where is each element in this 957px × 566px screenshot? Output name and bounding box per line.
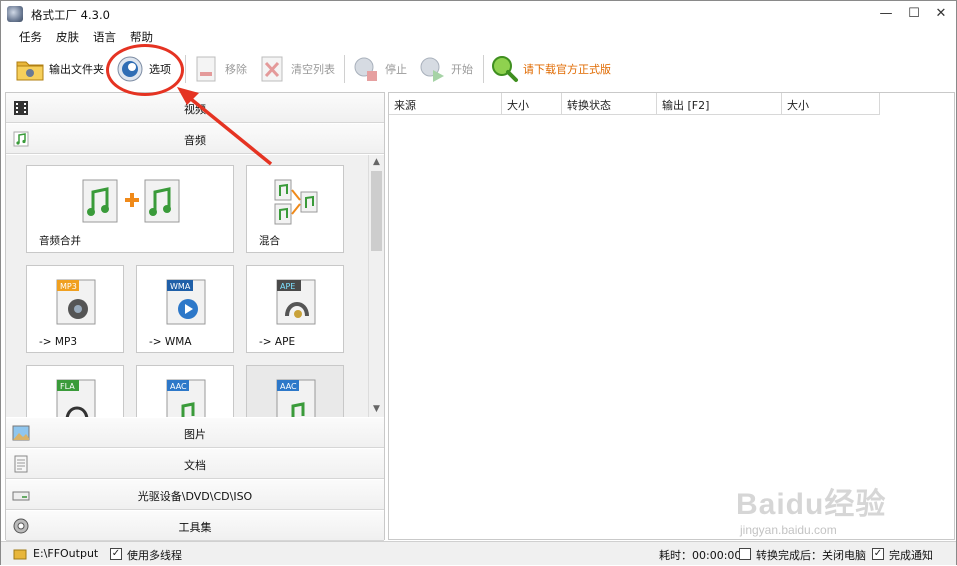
- options-button[interactable]: 选项: [115, 53, 171, 85]
- title-bar: 格式工厂 4.3.0 — ☐ ✕: [1, 1, 956, 27]
- clear-list-label: 清空列表: [291, 63, 335, 76]
- folder-icon: [16, 61, 44, 81]
- column-status[interactable]: 转换状态: [562, 93, 657, 115]
- aac-badge-text: AAC: [280, 382, 297, 391]
- tile-to-mp3[interactable]: MP3 -> MP3: [26, 265, 124, 353]
- maximize-button[interactable]: ☐: [903, 4, 925, 24]
- tile-audio-merge[interactable]: 音频合并: [26, 165, 234, 253]
- magnifier-globe-icon: [492, 56, 518, 82]
- category-document-label: 文档: [184, 459, 206, 472]
- close-button[interactable]: ✕: [930, 4, 952, 24]
- category-disc[interactable]: 光驱设备\DVD\CD\ISO: [6, 480, 384, 510]
- aac-file-icon: AAC: [166, 379, 206, 417]
- multithread-label: 使用多线程: [127, 549, 182, 562]
- app-logo-icon: [7, 6, 23, 22]
- aac-badge-text: AAC: [170, 382, 187, 391]
- wma-file-icon: WMA: [166, 279, 206, 325]
- status-bar: E:\FFOutput ✓ 使用多线程 耗时：00:00:00 转换完成后：关闭…: [1, 541, 956, 565]
- wma-badge-text: WMA: [170, 282, 191, 291]
- remove-button[interactable]: 移除: [191, 53, 247, 85]
- category-image[interactable]: 图片: [6, 418, 384, 448]
- notify-label: 完成通知: [889, 549, 933, 562]
- category-audio-label: 音频: [184, 134, 206, 147]
- category-disc-label: 光驱设备\DVD\CD\ISO: [137, 490, 253, 503]
- audio-merge-icon: [82, 179, 180, 223]
- download-official-button[interactable]: 请下载官方正式版: [489, 53, 611, 85]
- category-image-label: 图片: [184, 428, 206, 441]
- clear-list-button[interactable]: 清空列表: [257, 53, 335, 85]
- app-window: 格式工厂 4.3.0 — ☐ ✕ 任务 皮肤 语言 帮助 输出文件夹 选项 移除…: [0, 0, 957, 565]
- menu-task[interactable]: 任务: [19, 29, 42, 45]
- download-official-label: 请下载官方正式版: [523, 63, 611, 76]
- output-path[interactable]: E:\FFOutput: [33, 547, 98, 560]
- minimize-button[interactable]: —: [875, 4, 897, 24]
- category-tools-label: 工具集: [178, 521, 212, 534]
- tile-to-ape[interactable]: APE -> APE: [246, 265, 344, 353]
- ape-badge-text: APE: [280, 282, 295, 291]
- tile-to-wma[interactable]: WMA -> WMA: [136, 265, 234, 353]
- notify-checkbox[interactable]: ✓: [872, 548, 884, 560]
- tile-to-aac-2[interactable]: AAC: [246, 365, 344, 417]
- category-panel: 视频 音频 音频合并 混合 MP3 -> MP3 WMA -> WMA APE …: [5, 92, 385, 541]
- stop-label: 停止: [385, 63, 407, 76]
- menu-help[interactable]: 帮助: [130, 29, 153, 45]
- output-folder-button[interactable]: 输出文件夹: [15, 53, 104, 85]
- start-button[interactable]: 开始: [417, 53, 473, 85]
- column-output[interactable]: 输出 [F2]: [657, 93, 782, 115]
- toolbar-divider: [344, 55, 345, 83]
- category-video-label: 视频: [184, 103, 206, 116]
- scroll-up-icon[interactable]: ▲: [369, 155, 384, 170]
- aac-file-icon: AAC: [276, 379, 316, 417]
- start-icon: [420, 57, 444, 82]
- remove-label: 移除: [225, 63, 247, 76]
- column-size[interactable]: 大小: [502, 93, 562, 115]
- window-title: 格式工厂 4.3.0: [31, 8, 110, 22]
- audio-mix-icon: [274, 179, 318, 225]
- mp3-badge-text: MP3: [60, 282, 77, 291]
- column-source[interactable]: 来源: [389, 93, 502, 115]
- tile-audio-merge-label: 音频合并: [39, 235, 81, 247]
- scroll-thumb[interactable]: [371, 171, 382, 251]
- tile-to-wma-label: -> WMA: [149, 336, 192, 348]
- stop-button[interactable]: 停止: [351, 53, 407, 85]
- category-audio[interactable]: 音频: [6, 124, 384, 154]
- mp3-file-icon: MP3: [56, 279, 96, 325]
- options-gear-icon: [117, 56, 143, 82]
- start-label: 开始: [451, 63, 473, 76]
- tile-to-fla[interactable]: FLA: [26, 365, 124, 417]
- tile-to-aac[interactable]: AAC: [136, 365, 234, 417]
- task-list: 来源 大小 转换状态 输出 [F2] 大小: [388, 92, 955, 540]
- category-document[interactable]: 文档: [6, 449, 384, 479]
- multithread-checkbox[interactable]: ✓: [110, 548, 122, 560]
- category-video[interactable]: 视频: [6, 93, 384, 123]
- fla-badge-text: FLA: [60, 382, 75, 391]
- menu-language[interactable]: 语言: [93, 29, 116, 45]
- tiles-scrollbar[interactable]: ▲ ▼: [368, 155, 384, 417]
- toolbar-divider: [185, 55, 186, 83]
- elapsed-time: 耗时：00:00:00: [659, 549, 742, 562]
- scroll-down-icon[interactable]: ▼: [369, 402, 384, 417]
- stop-icon: [354, 57, 377, 81]
- tile-to-ape-label: -> APE: [259, 336, 296, 348]
- options-label: 选项: [149, 63, 171, 76]
- after-convert-checkbox[interactable]: [739, 548, 751, 560]
- toolbar-divider: [483, 55, 484, 83]
- remove-document-icon: [196, 56, 216, 82]
- after-convert-label: 转换完成后：关闭电脑: [756, 549, 866, 562]
- category-tools[interactable]: 工具集: [6, 511, 384, 541]
- output-folder-icon: [13, 549, 27, 560]
- fla-file-icon: FLA: [56, 379, 96, 417]
- column-output-size[interactable]: 大小: [782, 93, 880, 115]
- audio-tools-grid: 音频合并 混合 MP3 -> MP3 WMA -> WMA APE -> APE…: [6, 155, 384, 417]
- toolbar: 输出文件夹 选项 移除 清空列表 停止 开始 请下载官方正式版: [1, 47, 956, 91]
- tile-mix-label: 混合: [259, 235, 280, 247]
- tile-mix[interactable]: 混合: [246, 165, 344, 253]
- clear-list-icon: [261, 56, 283, 82]
- output-folder-label: 输出文件夹: [49, 63, 104, 76]
- ape-file-icon: APE: [276, 279, 316, 325]
- menu-bar: 任务 皮肤 语言 帮助: [1, 27, 956, 47]
- menu-skin[interactable]: 皮肤: [56, 29, 79, 45]
- tile-to-mp3-label: -> MP3: [39, 336, 77, 348]
